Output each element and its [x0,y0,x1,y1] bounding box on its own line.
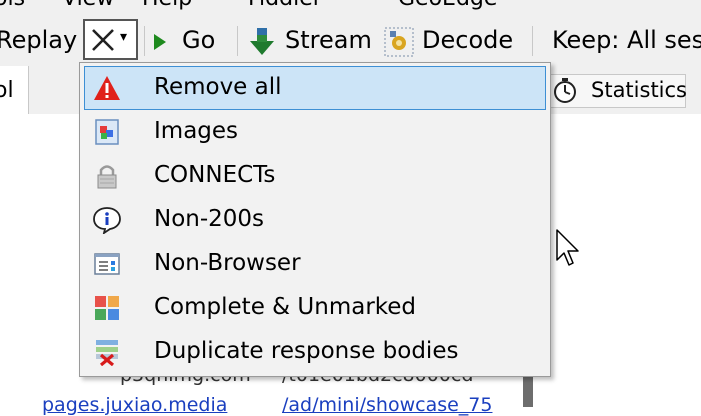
toolbar-separator [237,26,238,56]
play-go-icon [154,34,166,50]
menu-item-label: Non-Browser [154,250,301,276]
menu-item-label: Remove all [154,74,282,100]
menu-view[interactable]: View [62,0,114,11]
menu-help[interactable]: Help [142,0,192,11]
tab-left-label: ol [0,78,14,103]
toolbar-separator [532,26,533,56]
mouse-cursor-icon [556,229,579,266]
session-host[interactable]: pages.juxiao.media [42,394,227,416]
chevron-down-icon: ▾ [120,29,128,45]
toolbar-separator [144,26,145,56]
window-icon [94,253,120,275]
tab-left-panel[interactable]: ol [0,66,29,114]
go-button[interactable]: Go [182,25,215,55]
image-icon [95,119,119,145]
menu-item-label: Images [154,118,239,144]
warning-icon [94,76,120,100]
menu-item-images[interactable]: Images [84,110,546,154]
info-bubble-icon [93,207,121,234]
menu-tools[interactable]: ols [0,0,25,11]
menu-item-label: Non-200s [154,206,265,232]
menu-item-label: Duplicate response bodies [154,338,459,364]
stream-button[interactable]: Stream [285,25,372,55]
menu-item-non-browser[interactable]: Non-Browser [84,242,546,286]
menu-item-complete-unmarked[interactable]: Complete & Unmarked [84,286,546,330]
decode-icon [384,27,414,57]
grid-icon [95,296,119,320]
duplicate-remove-icon [96,340,118,366]
menu-item-remove-all[interactable]: Remove all [84,66,546,110]
menu-item-non-200s[interactable]: Non-200s [84,198,546,242]
menubar: ols View Help Fiddler GeoEdge [0,0,701,14]
remove-sessions-dropdown-button[interactable]: ▾ [83,19,138,60]
keep-sessions-dropdown[interactable]: Keep: All ses [552,25,701,55]
menu-item-connects[interactable]: CONNECTs [84,154,546,198]
menu-fiddler[interactable]: Fiddler [248,0,322,11]
decode-button[interactable]: Decode [422,25,513,55]
tab-statistics-label: Statistics [591,78,687,102]
menu-item-label: Complete & Unmarked [154,294,417,320]
tab-statistics[interactable]: Statistics [546,74,687,108]
replay-button[interactable]: Replay [0,25,77,55]
menu-item-duplicate-response-bodies[interactable]: Duplicate response bodies [84,330,546,374]
stopwatch-icon [554,78,576,103]
menu-item-label: CONNECTs [154,162,276,188]
session-url[interactable]: /ad/mini/showcase_75 [282,394,492,416]
lock-icon [97,165,117,189]
remove-sessions-menu: Remove all Images CONNECTs Non-200s Non-… [79,62,551,377]
toolbar: Replay ▾ Go Stream Decode Keep: All ses [0,14,701,66]
close-x-icon [92,29,114,51]
menu-geoedge[interactable]: GeoEdge [398,0,497,11]
stream-arrow-icon [250,28,274,55]
